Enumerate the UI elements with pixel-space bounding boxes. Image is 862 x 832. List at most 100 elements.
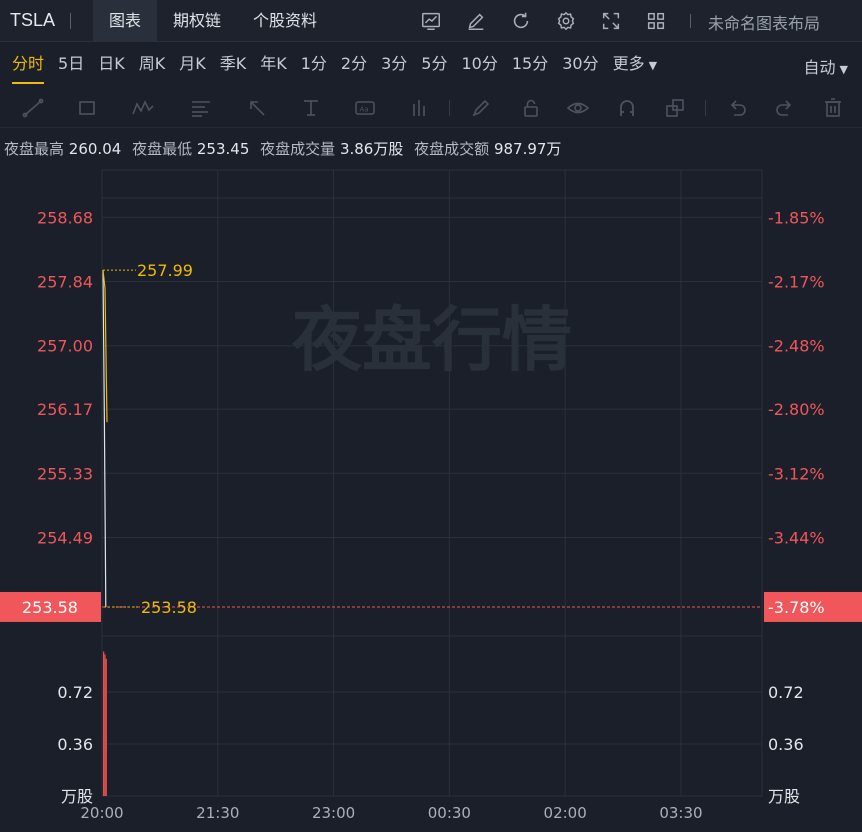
x-tick-label: 20:00	[80, 804, 123, 822]
top-bar: TSLA 图表 期权链 个股资料 未命名图表布局	[0, 0, 862, 42]
price-tick-label: 258.68	[37, 208, 93, 227]
period-30min[interactable]: 30分	[555, 42, 605, 88]
high-label: 夜盘最高	[4, 140, 65, 158]
watermark-text: 夜盘行情	[291, 299, 572, 381]
price-tick-label: 257.84	[37, 273, 93, 292]
trend-line-icon[interactable]	[18, 88, 48, 128]
volume-tick-label: 0.72	[57, 683, 93, 702]
brush-icon[interactable]	[466, 88, 496, 128]
caret-down-icon: ▼	[648, 59, 658, 72]
volume-bar	[103, 651, 105, 796]
period-3min[interactable]: 3分	[374, 42, 414, 88]
x-tick-label: 23:00	[312, 804, 355, 822]
period-5min[interactable]: 5分	[414, 42, 454, 88]
wave-pattern-icon[interactable]	[126, 88, 160, 128]
volume-tick-label-right: 0.72	[768, 683, 804, 702]
annotation-icon[interactable]: Aa	[348, 88, 382, 128]
period-quarterly[interactable]: 季K	[213, 42, 254, 88]
x-tick-label: 02:00	[544, 804, 587, 822]
price-tick-label: 254.49	[37, 528, 93, 547]
x-tick-label: 03:30	[659, 804, 702, 822]
trash-icon[interactable]	[818, 88, 848, 128]
x-tick-label: 21:30	[196, 804, 239, 822]
high-marker-label: 257.99	[137, 261, 193, 280]
eye-visibility-icon[interactable]	[563, 88, 593, 128]
volume-bar	[105, 658, 107, 796]
low-marker-label: 253.58	[141, 598, 197, 617]
price-tick-label: 255.33	[37, 464, 93, 483]
percent-tick-label: -3.44%	[768, 528, 825, 547]
auto-scale-dropdown[interactable]: 自动 ▼	[804, 54, 848, 78]
percent-tick-label: -3.12%	[768, 464, 825, 483]
period-yearly[interactable]: 年K	[253, 42, 294, 88]
stock-symbol: TSLA	[10, 10, 56, 30]
redo-icon[interactable]	[770, 88, 800, 128]
low-value: 253.45	[196, 140, 250, 158]
tab-chart[interactable]: 图表	[93, 0, 158, 42]
chart-layout-selector[interactable]: 未命名图表布局	[708, 10, 820, 34]
period-intraday[interactable]: 分时	[0, 42, 51, 88]
volume-unit-label-right: 万股	[768, 787, 800, 806]
period-bar: 分时 5日 日K 周K 月K 季K 年K 1分 2分 3分 5分 10分 15分…	[0, 42, 862, 88]
rectangle-icon[interactable]	[72, 88, 102, 128]
period-weekly[interactable]: 周K	[132, 42, 173, 88]
period-15min[interactable]: 15分	[505, 42, 555, 88]
period-1min[interactable]: 1分	[294, 42, 334, 88]
intraday-chart[interactable]: 夜盘行情 20:00 21:30 23:00 00:30 02:00 03:30 258.6…	[0, 168, 862, 832]
current-price-label: 253.58	[22, 598, 78, 617]
drawing-toolbar: Aa	[0, 88, 862, 128]
volume-label: 夜盘成交量	[260, 140, 336, 158]
divider	[449, 100, 450, 116]
price-tick-label: 257.00	[37, 337, 93, 356]
volume-bar	[104, 654, 106, 796]
percent-tick-label: -2.17%	[768, 273, 825, 292]
period-more-dropdown[interactable]: 更多 ▼	[606, 42, 664, 88]
price-tick-label: 256.17	[37, 400, 93, 419]
period-2min[interactable]: 2分	[334, 42, 374, 88]
volume-unit-label: 万股	[61, 787, 93, 806]
turnover-label: 夜盘成交额	[414, 140, 490, 158]
volume-bars	[103, 651, 107, 796]
text-tool-icon[interactable]	[294, 88, 328, 128]
turnover-value: 987.97万	[493, 140, 562, 158]
period-10min[interactable]: 10分	[454, 42, 504, 88]
refresh-icon[interactable]	[504, 0, 538, 42]
settings-gear-icon[interactable]	[549, 0, 583, 42]
x-tick-label: 00:30	[428, 804, 471, 822]
volume-value: 3.86万股	[339, 140, 404, 158]
arrow-icon[interactable]	[240, 88, 274, 128]
divider	[705, 100, 706, 116]
grid-layout-icon[interactable]	[639, 0, 673, 42]
chart-grid	[101, 169, 763, 797]
period-5d[interactable]: 5日	[51, 42, 91, 88]
svg-text:Aa: Aa	[360, 106, 369, 114]
divider	[690, 14, 691, 28]
low-label: 夜盘最低	[132, 140, 193, 158]
percent-tick-label: -2.80%	[768, 400, 825, 419]
more-label: 更多	[612, 54, 645, 73]
edit-pen-icon[interactable]	[459, 0, 493, 42]
chart-indicator-icon[interactable]	[414, 0, 448, 42]
volume-tick-label-right: 0.36	[768, 735, 804, 754]
top-toolbar	[414, 0, 684, 42]
undo-icon[interactable]	[722, 88, 752, 128]
caret-down-icon: ▼	[839, 63, 848, 76]
fibonacci-icon[interactable]	[184, 88, 218, 128]
period-daily[interactable]: 日K	[91, 42, 132, 88]
tab-stock-profile[interactable]: 个股资料	[237, 0, 333, 42]
layers-icon[interactable]	[660, 88, 690, 128]
magnet-icon[interactable]	[612, 88, 642, 128]
session-stats: 夜盘最高 260.04 夜盘最低 253.45 夜盘成交量 3.86万股 夜盘成…	[4, 138, 567, 159]
chart-frame	[101, 169, 763, 797]
percent-tick-label: -1.85%	[768, 208, 825, 227]
auto-label: 自动	[803, 58, 836, 77]
price-range-icon[interactable]	[404, 88, 434, 128]
fullscreen-icon[interactable]	[594, 0, 628, 42]
price-lines	[102, 270, 108, 607]
lock-icon[interactable]	[516, 88, 546, 128]
current-percent-label: -3.78%	[768, 598, 825, 617]
volume-tick-label: 0.36	[57, 735, 93, 754]
divider	[70, 12, 71, 29]
tab-option-chain[interactable]: 期权链	[157, 0, 237, 42]
period-monthly[interactable]: 月K	[172, 42, 213, 88]
